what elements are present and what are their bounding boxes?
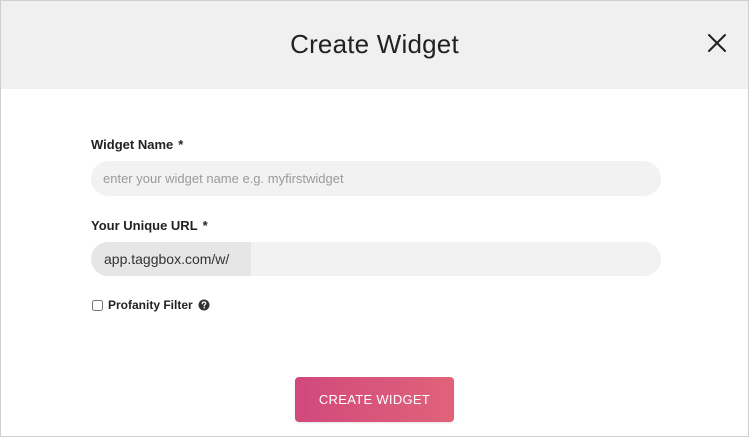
required-marker: * (178, 137, 184, 152)
unique-url-input[interactable] (251, 242, 661, 276)
close-button[interactable] (701, 27, 733, 59)
widget-name-label-text: Widget Name (91, 137, 174, 152)
unique-url-label-text: Your Unique URL (91, 218, 198, 233)
profanity-filter-label: Profanity Filter (108, 298, 193, 312)
widget-name-label: Widget Name * (91, 137, 183, 152)
modal-title: Create Widget (290, 29, 459, 59)
create-widget-modal: Create Widget Widget Name * Your Unique U… (0, 0, 749, 437)
close-icon (708, 34, 726, 52)
create-widget-button[interactable]: CREATE WIDGET (295, 377, 454, 422)
url-prefix: app.taggbox.com/w/ (91, 242, 251, 276)
modal-header: Create Widget (1, 1, 748, 89)
widget-name-input[interactable] (91, 161, 661, 196)
profanity-filter-row: Profanity Filter (91, 297, 210, 313)
profanity-filter-checkbox[interactable] (92, 299, 103, 311)
unique-url-label: Your Unique URL * (91, 218, 208, 233)
unique-url-field: app.taggbox.com/w/ (91, 242, 661, 276)
required-marker: * (202, 218, 208, 233)
question-circle-icon[interactable] (198, 299, 210, 311)
